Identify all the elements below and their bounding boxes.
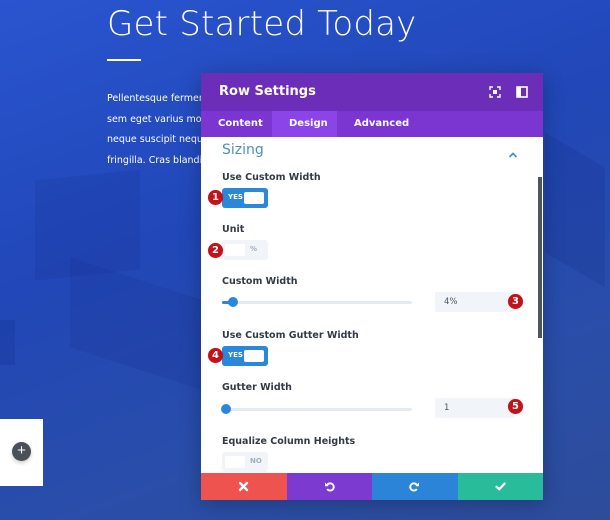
hero-text: Pellentesque ferment sem eget varius mol… bbox=[107, 89, 207, 171]
redo-icon bbox=[409, 482, 420, 492]
chevron-up-icon[interactable] bbox=[508, 146, 518, 158]
background-shape bbox=[70, 257, 210, 393]
undo-button[interactable] bbox=[286, 473, 372, 500]
hero-text-line: Pellentesque ferment bbox=[107, 93, 207, 104]
toggle-label: NO bbox=[250, 457, 262, 465]
modal-header: Row Settings bbox=[201, 73, 543, 111]
gutter-width-slider[interactable] bbox=[220, 404, 412, 414]
tab-content[interactable]: Content bbox=[201, 111, 272, 137]
toggle-label: YES bbox=[228, 351, 243, 359]
hero-text-line: neque suscipit neque bbox=[107, 134, 207, 145]
use-custom-gutter-width-toggle[interactable]: YES bbox=[222, 346, 268, 366]
use-custom-width-label: Use Custom Width bbox=[222, 172, 321, 183]
split-view-icon[interactable] bbox=[515, 85, 529, 99]
modal-body: Sizing Use Custom Width YES 1 Unit % 2 C… bbox=[201, 137, 543, 473]
expand-icon[interactable] bbox=[488, 85, 502, 99]
tab-design[interactable]: Design bbox=[272, 111, 337, 137]
annotation-badge: 1 bbox=[208, 190, 223, 205]
annotation-badge: 4 bbox=[208, 348, 223, 363]
row-settings-modal: Row Settings Content Design Advanced Siz… bbox=[201, 73, 543, 500]
save-button[interactable] bbox=[457, 473, 543, 500]
toggle-label: YES bbox=[228, 193, 243, 201]
close-icon bbox=[239, 481, 249, 492]
gutter-width-input[interactable]: 1 bbox=[435, 398, 515, 418]
hero-divider bbox=[107, 59, 141, 61]
annotation-badge: 3 bbox=[508, 294, 523, 309]
slider-thumb[interactable] bbox=[228, 297, 239, 307]
toggle-label: % bbox=[250, 245, 258, 253]
redo-button[interactable] bbox=[372, 473, 458, 500]
gutter-width-label: Gutter Width bbox=[222, 382, 292, 393]
annotation-badge: 5 bbox=[508, 399, 523, 414]
equalize-column-heights-toggle[interactable]: NO bbox=[222, 452, 268, 472]
toggle-knob bbox=[225, 456, 245, 468]
modal-tabs: Content Design Advanced bbox=[201, 111, 543, 137]
slider-thumb[interactable] bbox=[220, 404, 231, 414]
modal-footer bbox=[201, 473, 543, 500]
tab-advanced[interactable]: Advanced bbox=[337, 111, 426, 137]
plus-icon: + bbox=[17, 442, 26, 459]
custom-width-label: Custom Width bbox=[222, 276, 298, 287]
hero-text-line: fringilla. Cras blandit u bbox=[107, 154, 207, 166]
modal-title: Row Settings bbox=[219, 84, 316, 99]
toggle-knob bbox=[225, 244, 245, 256]
add-module-button[interactable]: + bbox=[12, 442, 31, 461]
use-custom-width-toggle[interactable]: YES bbox=[222, 188, 268, 208]
unit-toggle[interactable]: % bbox=[222, 240, 268, 260]
undo-icon bbox=[324, 482, 335, 492]
unit-label: Unit bbox=[222, 224, 245, 235]
annotation-badge: 2 bbox=[208, 243, 223, 258]
hero-text-line: sem eget varius mollis bbox=[107, 113, 207, 125]
toggle-knob bbox=[244, 192, 264, 204]
check-icon bbox=[495, 482, 506, 491]
equalize-column-heights-label: Equalize Column Heights bbox=[222, 436, 356, 447]
background-shape bbox=[0, 320, 15, 365]
custom-width-input[interactable]: 4% bbox=[435, 292, 515, 312]
hero-title: Get Started Today bbox=[107, 4, 417, 44]
cancel-button[interactable] bbox=[201, 473, 287, 500]
custom-width-slider[interactable] bbox=[222, 297, 412, 307]
use-custom-gutter-width-label: Use Custom Gutter Width bbox=[222, 330, 359, 341]
toggle-knob bbox=[244, 350, 264, 362]
background-shape bbox=[545, 132, 605, 288]
section-title[interactable]: Sizing bbox=[222, 142, 264, 158]
scrollbar[interactable] bbox=[538, 177, 542, 338]
